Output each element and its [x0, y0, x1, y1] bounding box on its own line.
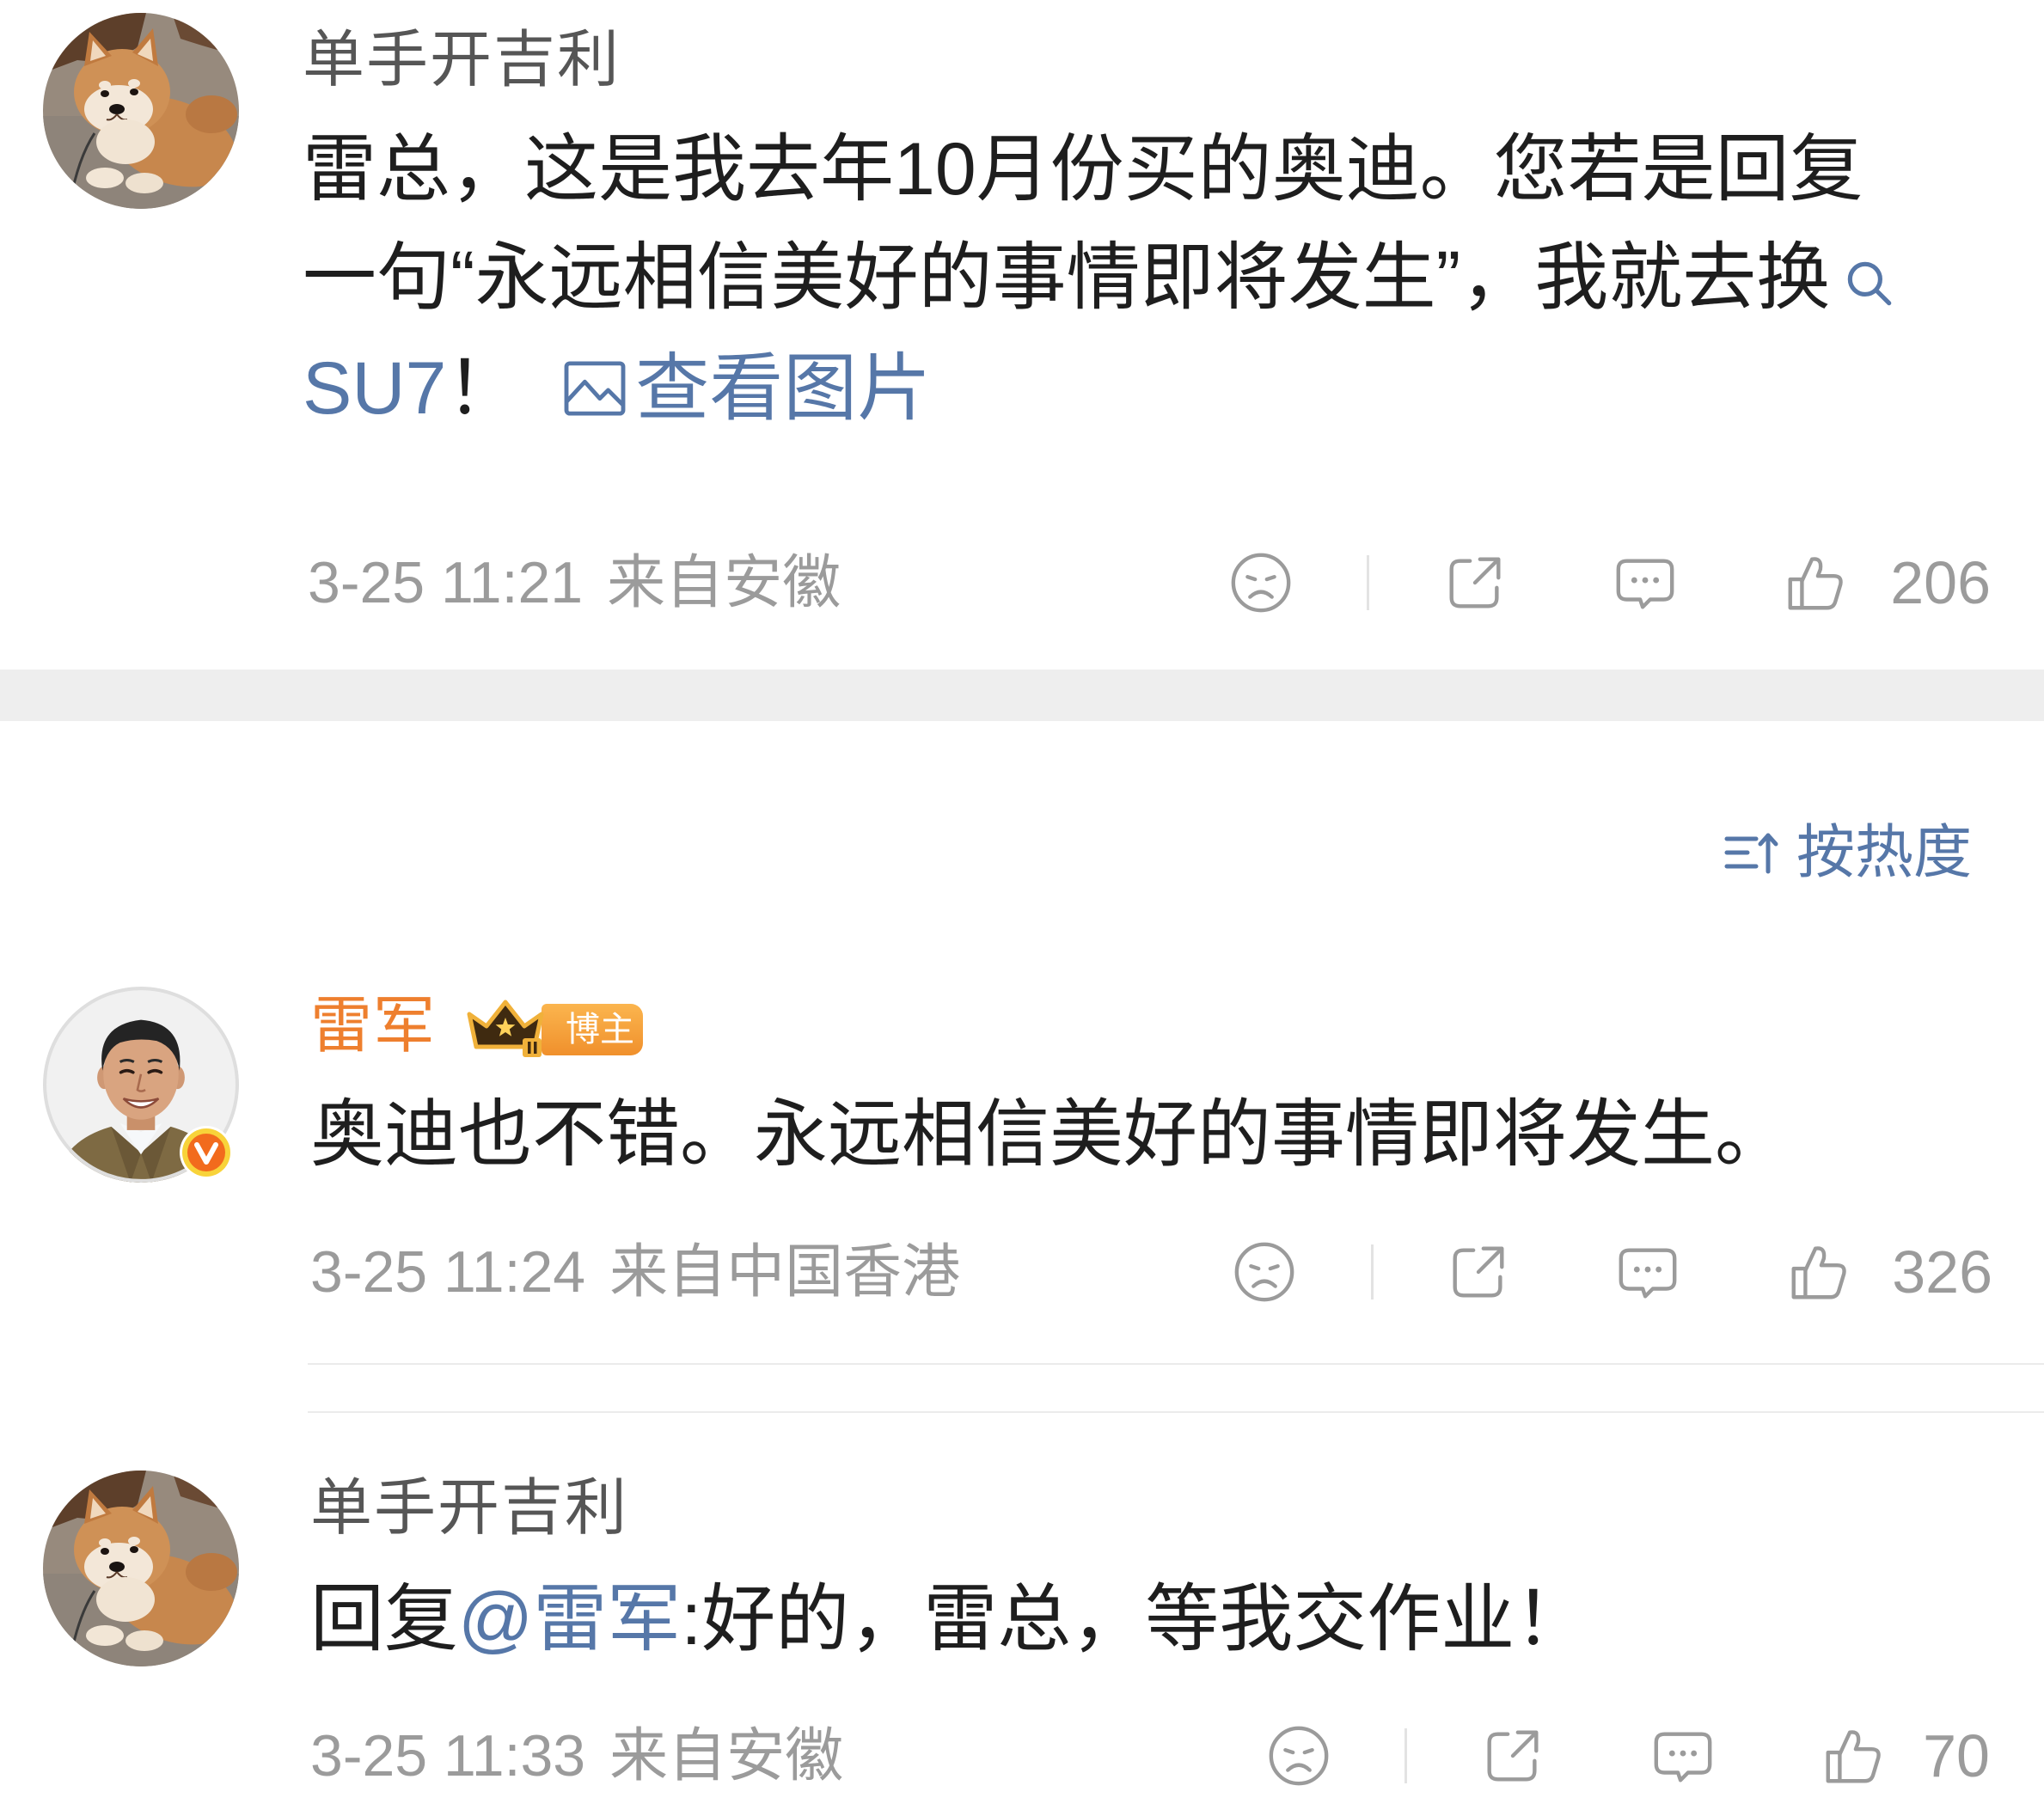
dislike-face-icon — [1234, 1242, 1294, 1302]
share-icon — [1487, 1730, 1539, 1782]
comment-text: 奥迪也不错。永远相信美好的事情即将发生。 — [310, 1093, 1789, 1176]
thumbs-up-icon — [1791, 1246, 1846, 1299]
comment-icon — [1654, 1732, 1712, 1782]
comment-location: 来自安徽 — [609, 1723, 844, 1789]
share-button[interactable] — [1441, 549, 1509, 616]
comment-time: 3-25 11:21 — [308, 550, 584, 615]
sort-by-hot-button[interactable]: 按热度 — [1796, 814, 1972, 891]
comment-username-vip[interactable]: 雷军 — [310, 988, 436, 1065]
blogger-badge-label: 博主 — [566, 1011, 634, 1049]
reply-text: :好的，雷总，等我交作业！ — [681, 1578, 1589, 1660]
comment-username[interactable]: 单手开吉利 — [310, 1470, 628, 1547]
dislike-face-icon — [1231, 553, 1291, 613]
verified-v-icon — [180, 1126, 233, 1179]
shiba-dog-avatar-image — [43, 13, 239, 209]
view-image-link[interactable]: 查看图片 — [563, 333, 931, 443]
avatar-shiba[interactable] — [43, 1471, 239, 1666]
comment-text-line-2: 一句“永远相信美好的事情即将发生”，我就去换 — [303, 223, 1897, 333]
action-divider — [1404, 1728, 1407, 1783]
comment-username[interactable]: 单手开吉利 — [303, 21, 621, 99]
like-button[interactable]: 206 — [1782, 544, 1991, 621]
avatar-shiba[interactable] — [43, 13, 239, 209]
comment-text: 回复@雷军:好的，雷总，等我交作业！ — [310, 1564, 1588, 1674]
comment-meta: 3-25 11:33 来自安徽 — [310, 1717, 843, 1795]
reply-divider — [308, 1363, 2044, 1365]
comment-icon — [1619, 1248, 1677, 1299]
search-icon[interactable] — [1840, 254, 1897, 311]
verified-badge — [178, 1124, 235, 1181]
dislike-button[interactable] — [1231, 1238, 1298, 1306]
keyword-link[interactable]: SU7 — [303, 347, 446, 430]
comment-location: 来自中国香港 — [609, 1239, 961, 1305]
sort-icon[interactable] — [1722, 822, 1784, 884]
comment-meta: 3-25 11:24 来自中国香港 — [310, 1233, 960, 1311]
shiba-dog-avatar-image — [43, 1471, 239, 1666]
action-divider — [1367, 555, 1369, 610]
like-count: 70 — [1923, 1722, 1990, 1789]
comment-time: 3-25 11:24 — [310, 1239, 586, 1305]
action-divider — [1371, 1244, 1374, 1299]
dislike-face-icon — [1269, 1726, 1329, 1786]
comment-icon — [1616, 559, 1674, 609]
comment-time: 3-25 11:33 — [310, 1723, 586, 1789]
view-image-label: 查看图片 — [635, 347, 932, 430]
crown-level-icon — [467, 1000, 544, 1057]
thumbs-up-icon — [1826, 1730, 1881, 1783]
comment-button[interactable] — [1649, 1722, 1717, 1789]
comment-text-end: ！ — [446, 347, 521, 430]
reply-prefix: 回复 — [310, 1578, 458, 1660]
comment-meta: 3-25 11:21 来自安徽 — [308, 544, 841, 621]
share-button[interactable] — [1445, 1238, 1512, 1306]
comment-text-line-1: 雷总，这是我去年10月份买的奥迪。您若是回复 — [303, 128, 1863, 211]
comment-button[interactable] — [1612, 549, 1679, 616]
blogger-badge: 博主 — [542, 1004, 643, 1055]
comment-text-line-2-label: 一句“永远相信美好的事情即将发生”，我就去换 — [303, 236, 1831, 319]
thumbs-up-icon — [1788, 557, 1843, 610]
dislike-button[interactable] — [1265, 1722, 1332, 1789]
mention-link[interactable]: @雷军 — [458, 1578, 681, 1660]
share-icon — [1453, 1246, 1504, 1298]
share-button[interactable] — [1479, 1722, 1546, 1789]
image-icon — [564, 361, 626, 416]
share-icon — [1449, 557, 1501, 608]
comment-text-line-3: SU7！ 查看图片 — [303, 333, 931, 443]
comment-button[interactable] — [1614, 1238, 1681, 1306]
like-count: 206 — [1890, 549, 1991, 616]
reply-divider — [308, 1411, 2044, 1413]
like-button[interactable]: 326 — [1785, 1233, 1992, 1311]
dislike-button[interactable] — [1227, 549, 1294, 616]
comment-location: 来自安徽 — [607, 550, 841, 615]
like-count: 326 — [1892, 1238, 1992, 1306]
like-button[interactable]: 70 — [1820, 1717, 1990, 1795]
section-divider-band — [0, 670, 2044, 721]
